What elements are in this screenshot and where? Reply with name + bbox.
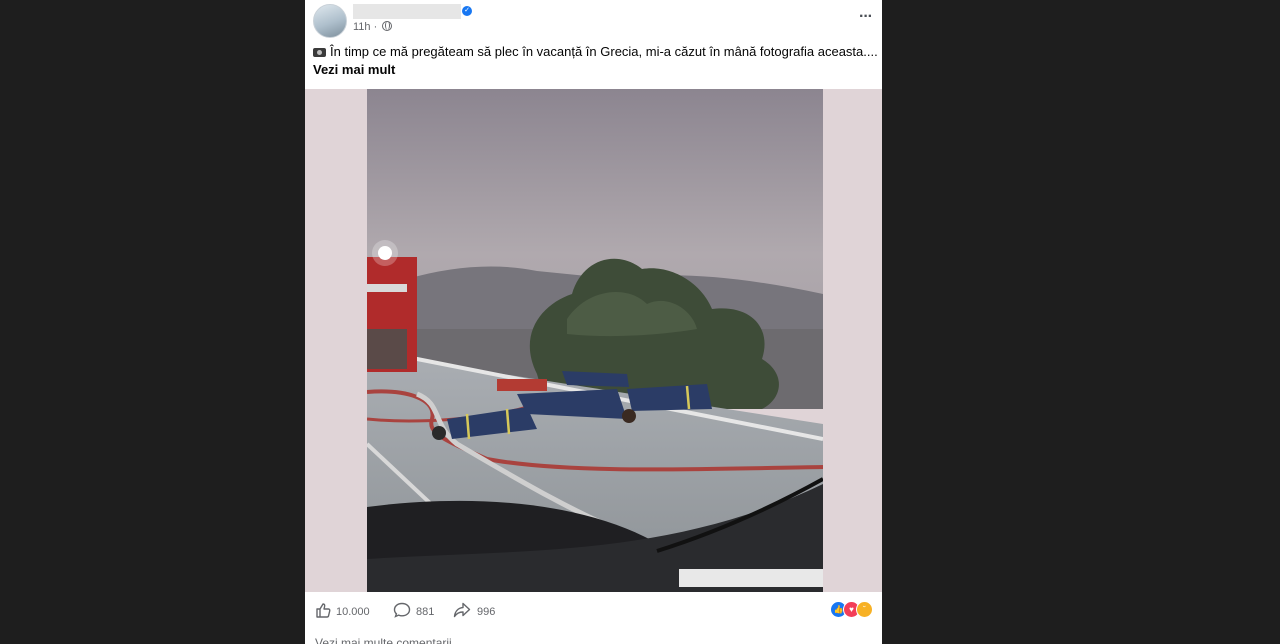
verified-badge-icon: ✓ [462, 6, 472, 16]
likes-count: 10.000 [336, 606, 370, 618]
camera-icon [313, 48, 326, 57]
comment-bubble-icon [393, 602, 411, 618]
author-avatar[interactable] [313, 4, 347, 38]
facebook-post: ✓ 11h · ··· În timp ce mă pregăteam să p… [305, 0, 882, 644]
screenshot-stage: ✓ 11h · ··· În timp ce mă pregăteam să p… [0, 0, 1280, 644]
thumbs-up-icon [316, 603, 331, 618]
post-media[interactable] [305, 89, 882, 592]
post-actions: 10.000 881 996 👍 ♥ ˘ [305, 596, 882, 624]
post-caption: În timp ce mă pregăteam să plec în vacan… [313, 43, 878, 61]
sad-reaction-icon: ˘ [856, 601, 873, 618]
more-comments-link[interactable]: Vezi mai multe comentarii [315, 636, 452, 644]
meta-separator: · [373, 21, 378, 33]
post-header: ✓ 11h · ··· [305, 0, 882, 40]
comment-action[interactable]: 881 [393, 602, 434, 618]
reactions-summary[interactable]: 👍 ♥ ˘ [830, 601, 874, 619]
post-meta: 11h · [353, 21, 393, 33]
more-options-button[interactable]: ··· [859, 8, 873, 26]
comments-count: 881 [416, 606, 435, 618]
see-more-link[interactable]: Vezi mai mult [313, 62, 395, 77]
author-name-redacted[interactable] [353, 4, 461, 19]
post-timestamp[interactable]: 11h [353, 21, 371, 33]
shares-count: 996 [477, 606, 496, 618]
watermark-redacted [679, 569, 823, 587]
share-action[interactable]: 996 [453, 602, 495, 618]
like-action[interactable]: 10.000 [315, 602, 370, 618]
caption-text: În timp ce mă pregăteam să plec în vacan… [330, 44, 878, 59]
share-arrow-icon [453, 602, 471, 618]
truck-light-glow [372, 240, 398, 266]
post-photo[interactable] [367, 89, 823, 592]
globe-icon [382, 21, 393, 31]
fire-truck-detail [367, 284, 407, 292]
fire-truck-lower [367, 329, 407, 369]
